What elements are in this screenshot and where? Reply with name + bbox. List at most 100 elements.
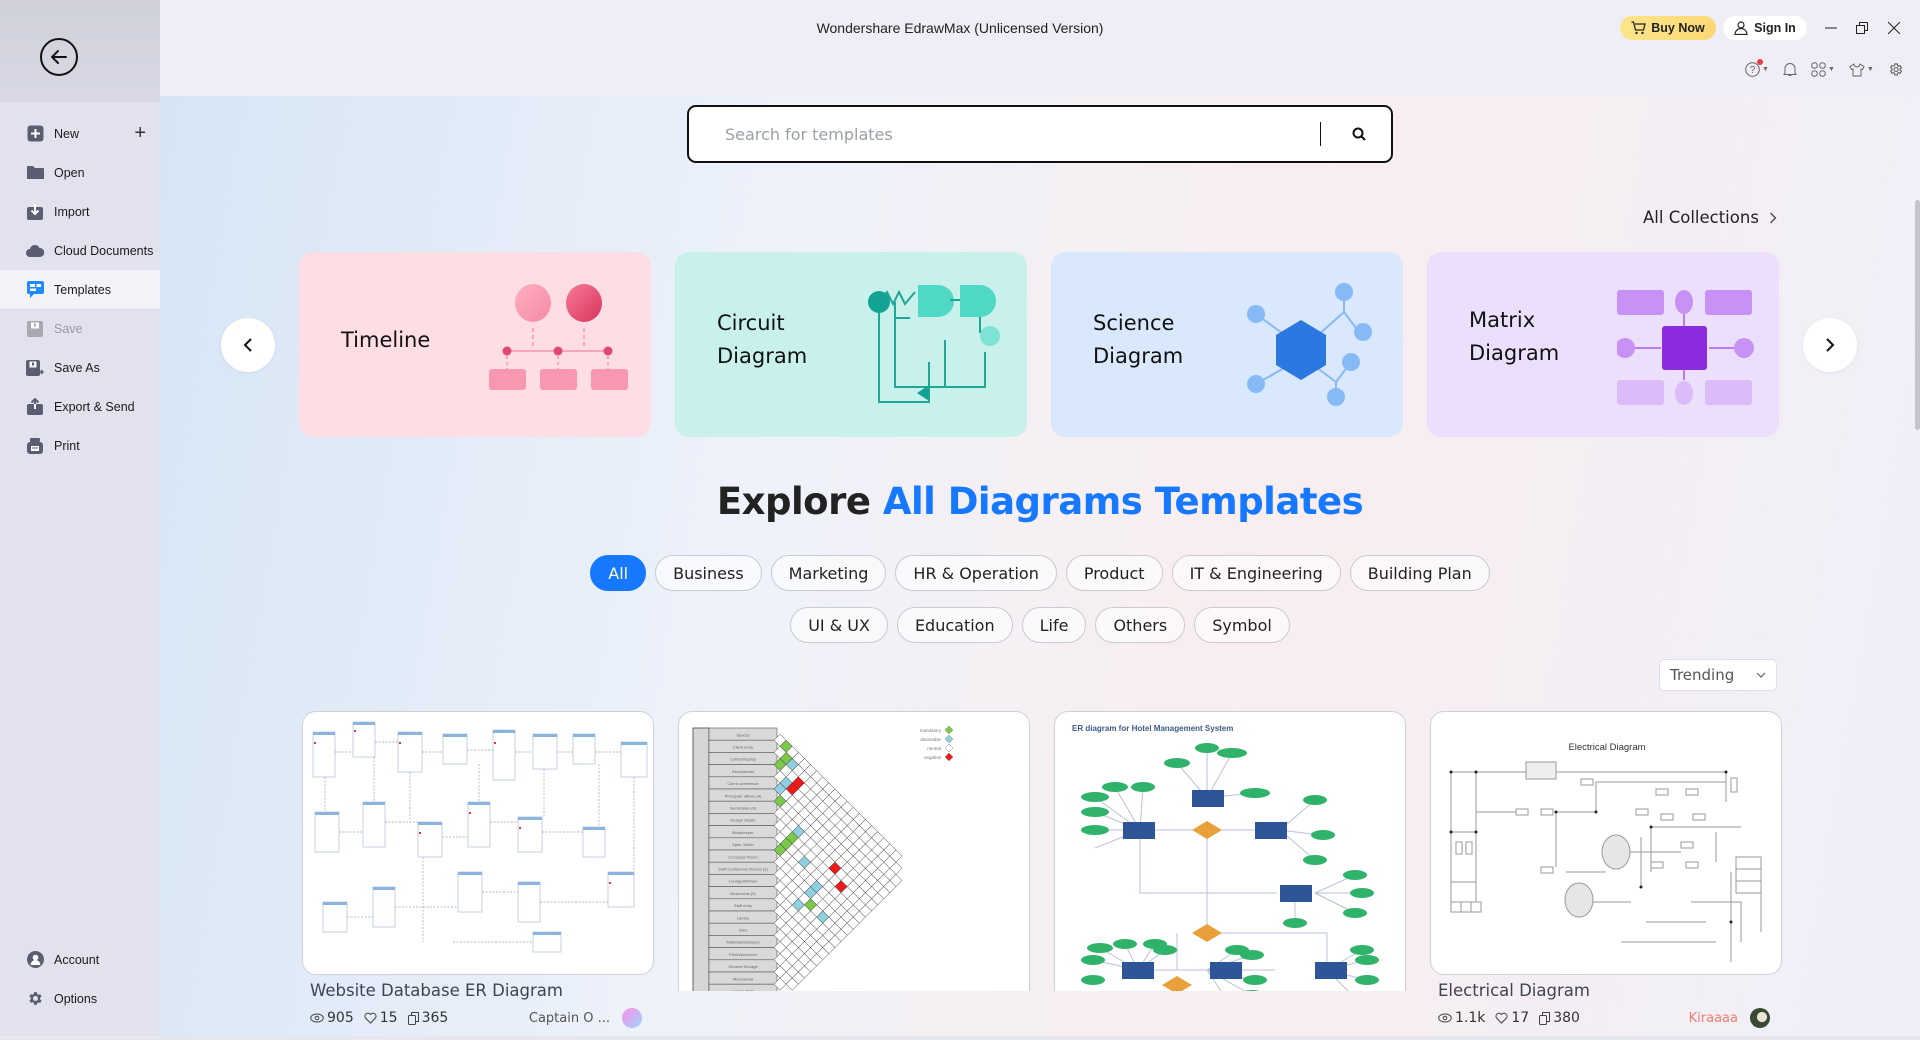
filter-chip-hr-operation[interactable]: HR & Operation [895, 555, 1057, 591]
filter-chip-ui-ux[interactable]: UI & UX [790, 607, 888, 643]
circuit-illustration-icon [868, 285, 1000, 403]
copy-icon [407, 1011, 419, 1025]
matrix-row-label: Materials/Samples [727, 940, 760, 945]
collection-card-matrix-diagram[interactable]: Matrix Diagram [1427, 252, 1779, 437]
search-button[interactable] [1339, 127, 1379, 141]
filter-chip-it-engineering[interactable]: IT & Engineering [1171, 555, 1341, 591]
author-avatar[interactable] [622, 1008, 642, 1028]
legend-swatch [944, 734, 954, 744]
template-card[interactable]: ER diagram for Hotel Management System [1054, 711, 1406, 991]
sidebar-item-cloud-documents[interactable]: Cloud Documents [0, 231, 160, 270]
filter-chip-business[interactable]: Business [655, 555, 762, 591]
template-card[interactable]: Electrical Diagram Electrical Diagram 1.… [1430, 711, 1782, 1028]
collection-card-science-diagram[interactable]: Science Diagram [1051, 252, 1403, 437]
author-name[interactable]: Captain O ... [529, 1011, 610, 1026]
all-collections-link[interactable]: All Collections [1643, 208, 1777, 227]
views-count: 1.1k [1455, 1010, 1486, 1026]
help-button[interactable]: ? ▼ [1745, 59, 1769, 77]
search-divider [1320, 122, 1321, 146]
plus-square-icon [26, 125, 44, 143]
filter-chip-others[interactable]: Others [1095, 607, 1186, 643]
views-stat: 905 [310, 1010, 354, 1026]
sidebar: New + Open Import Cloud Documents Templa… [0, 0, 160, 1040]
legend-swatch [944, 752, 954, 762]
copies-count: 380 [1553, 1010, 1580, 1026]
sidebar-item-print[interactable]: Print [0, 426, 160, 465]
vertical-scrollbar[interactable] [1915, 200, 1920, 430]
settings-button[interactable] [1888, 62, 1903, 77]
restore-button[interactable] [1848, 14, 1876, 42]
filter-chip-marketing[interactable]: Marketing [770, 555, 887, 591]
sign-in-label: Sign In [1754, 21, 1796, 35]
cart-icon [1631, 21, 1647, 35]
author-name[interactable]: Kiraaaa [1689, 1011, 1738, 1026]
sidebar-item-account[interactable]: Account [0, 940, 160, 979]
views-count: 905 [327, 1010, 354, 1026]
chevron-right-icon [1826, 338, 1835, 352]
sidebar-item-templates[interactable]: Templates [0, 270, 160, 309]
sidebar-item-open[interactable]: Open [0, 153, 160, 192]
sidebar-item-label: Open [54, 165, 85, 180]
sidebar-item-options[interactable]: Options [0, 979, 160, 1018]
search-input[interactable] [689, 107, 1320, 161]
filter-chip-life[interactable]: Life [1021, 607, 1087, 643]
sidebar-item-export-send[interactable]: Export & Send [0, 387, 160, 426]
close-button[interactable] [1880, 14, 1908, 42]
filter-row-1: All Business Marketing HR & Operation Pr… [160, 555, 1920, 591]
matrix-row-label: Principals' offices (4) [725, 793, 762, 798]
filter-chip-product[interactable]: Product [1065, 555, 1163, 591]
add-icon[interactable]: + [134, 122, 146, 145]
sidebar-item-new[interactable]: New + [0, 114, 160, 153]
legend-label: mandatory [920, 728, 942, 733]
sidebar-header [0, 0, 160, 102]
notifications-button[interactable] [1783, 62, 1797, 77]
sign-in-button[interactable]: Sign In [1723, 16, 1807, 40]
matrix-row-label: Client conference [727, 781, 759, 786]
close-icon [1888, 22, 1900, 34]
filter-chip-building-plan[interactable]: Building Plan [1349, 555, 1490, 591]
sort-dropdown[interactable]: Trending [1659, 659, 1777, 691]
filter-chip-all[interactable]: All [590, 555, 647, 591]
collection-card-circuit-diagram[interactable]: Circuit Diagram [675, 252, 1027, 437]
back-button[interactable] [40, 38, 78, 76]
buy-now-button[interactable]: Buy Now [1620, 16, 1716, 40]
carousel-prev-button[interactable] [221, 318, 275, 372]
theme-button[interactable]: ▼ [1849, 62, 1874, 77]
minimize-icon [1825, 27, 1837, 29]
settings-gear-icon [1889, 63, 1902, 76]
template-thumbnail: ER diagram for Hotel Management System [1054, 711, 1406, 991]
template-card[interactable]: Spaces Client entry Lobby/Display Reception… [678, 711, 1030, 991]
filter-chip-education[interactable]: Education [896, 607, 1013, 643]
likes-count: 15 [379, 1010, 398, 1026]
card-label-line2: Diagram [717, 343, 808, 368]
apps-button[interactable]: ▼ [1811, 62, 1835, 77]
card-label: Circuit Diagram [717, 307, 807, 372]
template-thumbnail [302, 711, 654, 975]
author-avatar[interactable] [1750, 1008, 1770, 1028]
sidebar-item-save[interactable]: Save [0, 309, 160, 348]
explore-prefix: Explore [716, 480, 871, 523]
export-icon [26, 398, 44, 416]
carousel-next-button[interactable] [1803, 318, 1857, 372]
matrix-row-label: Bookkeeper [732, 830, 754, 835]
window-bottom-edge [0, 1036, 1920, 1040]
chevron-left-icon [243, 338, 252, 352]
notification-dot [1757, 59, 1763, 65]
filter-chip-symbol[interactable]: Symbol [1194, 607, 1290, 643]
user-icon [1734, 21, 1748, 35]
molecule-illustration-icon [1247, 283, 1372, 406]
cloud-icon [26, 242, 44, 260]
collection-card-timeline[interactable]: Timeline [299, 252, 651, 437]
sidebar-item-label: Print [54, 438, 80, 453]
sidebar-item-label: Cloud Documents [54, 243, 154, 258]
sidebar-item-import[interactable]: Import [0, 192, 160, 231]
minimize-button[interactable] [1817, 14, 1845, 42]
legend-swatch [944, 725, 954, 735]
toolbar-icons: ? ▼ ▼ ▼ [1745, 59, 1903, 77]
matrix-row-label: Library [737, 915, 749, 920]
heart-icon [364, 1012, 377, 1024]
matrix-row-label: Staff entry [734, 903, 752, 908]
template-card[interactable]: Website Database ER Diagram 905 15 365 C… [302, 711, 654, 1028]
sidebar-item-save-as[interactable]: Save As [0, 348, 160, 387]
timeline-illustration-icon [489, 284, 628, 390]
